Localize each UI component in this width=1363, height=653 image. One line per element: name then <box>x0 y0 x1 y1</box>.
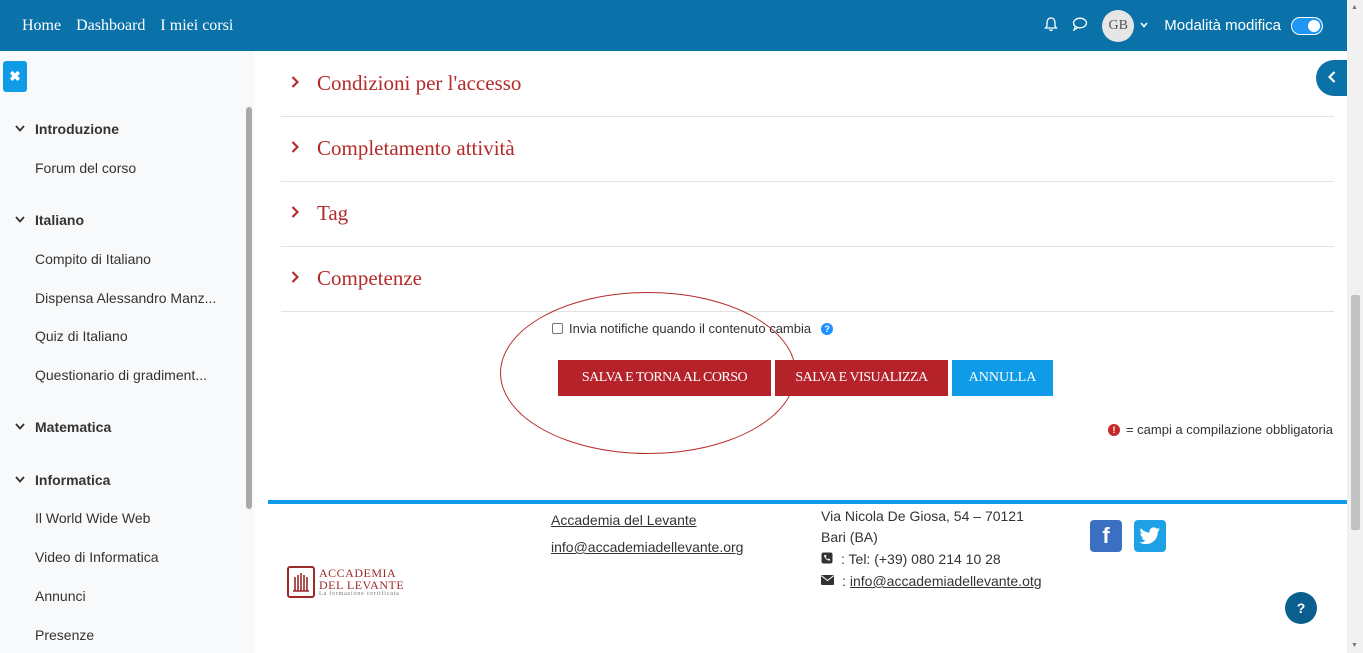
nav-links: Home Dashboard I miei corsi <box>22 17 248 35</box>
nav-dashboard-link[interactable]: Dashboard <box>76 17 145 35</box>
drawer-item-dispensa[interactable]: Dispensa Alessandro Manz... <box>35 290 216 306</box>
drawer-item-compito[interactable]: Compito di Italiano <box>35 251 151 267</box>
footer-phone-text: : Tel: (+39) 080 214 10 28 <box>841 551 1001 567</box>
course-index-drawer: ✖ Introduzione Forum del corso Italiano … <box>0 51 254 653</box>
footer-divider <box>268 500 1347 504</box>
question-icon: ? <box>1296 600 1306 616</box>
nav-right: GB Modalità modifica <box>1044 0 1323 51</box>
section-label: Introduzione <box>35 121 119 137</box>
edit-mode-label: Modalità modifica <box>1164 17 1281 34</box>
toggle-knob <box>1308 19 1320 32</box>
section-label: Informatica <box>35 472 111 488</box>
chevron-down-icon[interactable] <box>1140 20 1148 31</box>
scroll-down-arrow-icon[interactable]: ▼ <box>1351 642 1358 649</box>
section-italiano[interactable]: Italiano <box>15 212 84 228</box>
section-informatica[interactable]: Informatica <box>15 472 110 488</box>
scroll-up-arrow-icon[interactable]: ▲ <box>1351 4 1358 11</box>
drawer-item-forum[interactable]: Forum del corso <box>35 160 136 176</box>
accordion-title: Tag <box>317 201 349 225</box>
logo-line2: DEL LEVANTE <box>319 578 405 592</box>
avatar[interactable]: GB <box>1102 9 1135 42</box>
drawer-item-questionario[interactable]: Questionario di gradiment... <box>35 367 207 383</box>
footer-phone: : Tel: (+39) 080 214 10 28 <box>821 551 1001 567</box>
chevron-right-icon <box>291 270 317 287</box>
footer-address: Via Nicola De Giosa, 54 – 70121 Bari (BA… <box>821 508 1024 545</box>
edit-mode-toggle[interactable] <box>1291 16 1323 35</box>
top-navbar: Home Dashboard I miei corsi GB Modalità … <box>0 0 1347 51</box>
section-matematica[interactable]: Matematica <box>15 419 111 435</box>
chevron-right-icon <box>291 205 317 222</box>
logo-text: ACCADEMIA DEL LEVANTE La formazione cert… <box>319 567 404 597</box>
chevron-down-icon <box>15 421 35 433</box>
close-drawer-button[interactable]: ✖ <box>3 61 27 92</box>
accordion-activity-completion[interactable]: Completamento attività <box>281 116 1334 182</box>
chevron-right-icon <box>291 75 317 92</box>
accordion-title: Competenze <box>317 266 422 290</box>
accordion-title: Condizioni per l'accesso <box>317 71 522 95</box>
cancel-button[interactable]: ANNULLA <box>952 360 1053 396</box>
twitter-icon[interactable] <box>1134 520 1166 552</box>
drawer-item-presenze[interactable]: Presenze <box>35 627 94 643</box>
chevron-down-icon <box>15 214 35 226</box>
highlight-ellipse <box>500 292 796 454</box>
facebook-icon[interactable]: f <box>1090 520 1122 552</box>
envelope-icon <box>821 574 834 588</box>
accordion-competencies[interactable]: Competenze <box>281 246 1334 312</box>
footer-email2-link[interactable]: info@accademiadellevante.otg <box>850 573 1042 589</box>
drawer-scrollbar[interactable] <box>246 107 252 509</box>
nav-my-courses-link[interactable]: I miei corsi <box>160 17 233 35</box>
drawer-item-quiz[interactable]: Quiz di Italiano <box>35 328 128 344</box>
required-icon: ! <box>1107 423 1120 436</box>
chevron-right-icon <box>291 140 317 157</box>
help-fab-button[interactable]: ? <box>1285 592 1317 624</box>
help-icon[interactable]: ? <box>821 322 834 335</box>
drawer-item-annunci[interactable]: Annunci <box>35 588 86 604</box>
chat-icon[interactable] <box>1072 17 1088 34</box>
accordion-access-conditions[interactable]: Condizioni per l'accesso <box>281 51 1334 117</box>
footer-org-link[interactable]: Accademia del Levante <box>551 512 697 528</box>
page-scrollbar[interactable]: ▲ ▼ <box>1347 0 1363 653</box>
drawer-item-www[interactable]: Il World Wide Web <box>35 510 150 526</box>
required-text: = campi a compilazione obbligatoria <box>1125 422 1333 437</box>
save-and-display-button[interactable]: SALVA E VISUALIZZA <box>775 360 948 396</box>
footer-email2: : info@accademiadellevante.otg <box>821 573 1042 589</box>
accordion-tag[interactable]: Tag <box>281 181 1334 247</box>
section-label: Matematica <box>35 419 112 435</box>
logo[interactable]: ACCADEMIA DEL LEVANTE La formazione cert… <box>287 566 404 598</box>
section-introduzione[interactable]: Introduzione <box>15 121 119 137</box>
footer-email2-prefix: : <box>842 573 846 589</box>
section-label: Italiano <box>35 212 85 228</box>
page-scroll-thumb[interactable] <box>1351 295 1360 530</box>
chevron-down-icon <box>15 474 35 486</box>
bell-icon[interactable] <box>1044 16 1059 35</box>
logo-tagline: La formazione certificata <box>319 591 400 597</box>
nav-home-link[interactable]: Home <box>22 17 61 35</box>
accordion-title: Completamento attività <box>317 136 515 160</box>
logo-mark-icon <box>287 566 315 598</box>
chevron-down-icon <box>15 123 35 135</box>
footer-email-link[interactable]: info@accademiadellevante.org <box>551 539 743 555</box>
phone-icon <box>821 552 833 567</box>
close-icon: ✖ <box>9 68 21 84</box>
drawer-item-video[interactable]: Video di Informatica <box>35 549 158 565</box>
required-fields-note: ! = campi a compilazione obbligatoria <box>1107 422 1333 437</box>
